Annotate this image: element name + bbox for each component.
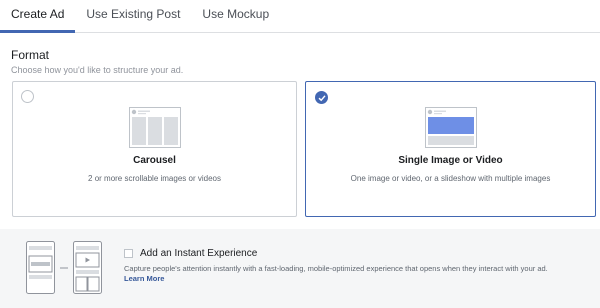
instant-experience-section: Add an Instant Experience Capture people… xyxy=(0,229,600,308)
carousel-title: Carousel xyxy=(133,155,176,166)
instant-experience-preview-icon xyxy=(26,241,112,300)
carousel-description: 2 or more scrollable images or videos xyxy=(88,174,221,183)
format-section-header: Format Choose how you'd like to structur… xyxy=(11,48,183,75)
tab-create-ad[interactable]: Create Ad xyxy=(0,0,76,33)
carousel-radio[interactable] xyxy=(21,90,34,103)
tab-use-mockup[interactable]: Use Mockup xyxy=(191,0,280,32)
learn-more-link[interactable]: Learn More xyxy=(124,274,164,283)
single-image-title: Single Image or Video xyxy=(398,155,503,166)
single-image-radio-checked-icon[interactable] xyxy=(315,91,328,104)
instant-experience-checkbox[interactable] xyxy=(124,249,133,258)
tab-use-existing-post[interactable]: Use Existing Post xyxy=(75,0,191,32)
carousel-preview-icon xyxy=(128,107,181,153)
format-title: Format xyxy=(11,48,50,62)
single-image-preview-icon xyxy=(424,107,477,153)
single-image-description: One image or video, or a slideshow with … xyxy=(350,174,551,183)
ad-creation-tabs: Create Ad Use Existing Post Use Mockup xyxy=(0,0,600,33)
format-subtitle: Choose how you'd like to structure your … xyxy=(11,65,184,75)
format-option-single-image[interactable]: Single Image or Video One image or video… xyxy=(305,81,596,217)
instant-experience-description: Capture people's attention instantly wit… xyxy=(124,264,548,273)
instant-experience-title[interactable]: Add an Instant Experience xyxy=(140,248,257,259)
format-option-carousel[interactable]: Carousel 2 or more scrollable images or … xyxy=(12,81,297,217)
